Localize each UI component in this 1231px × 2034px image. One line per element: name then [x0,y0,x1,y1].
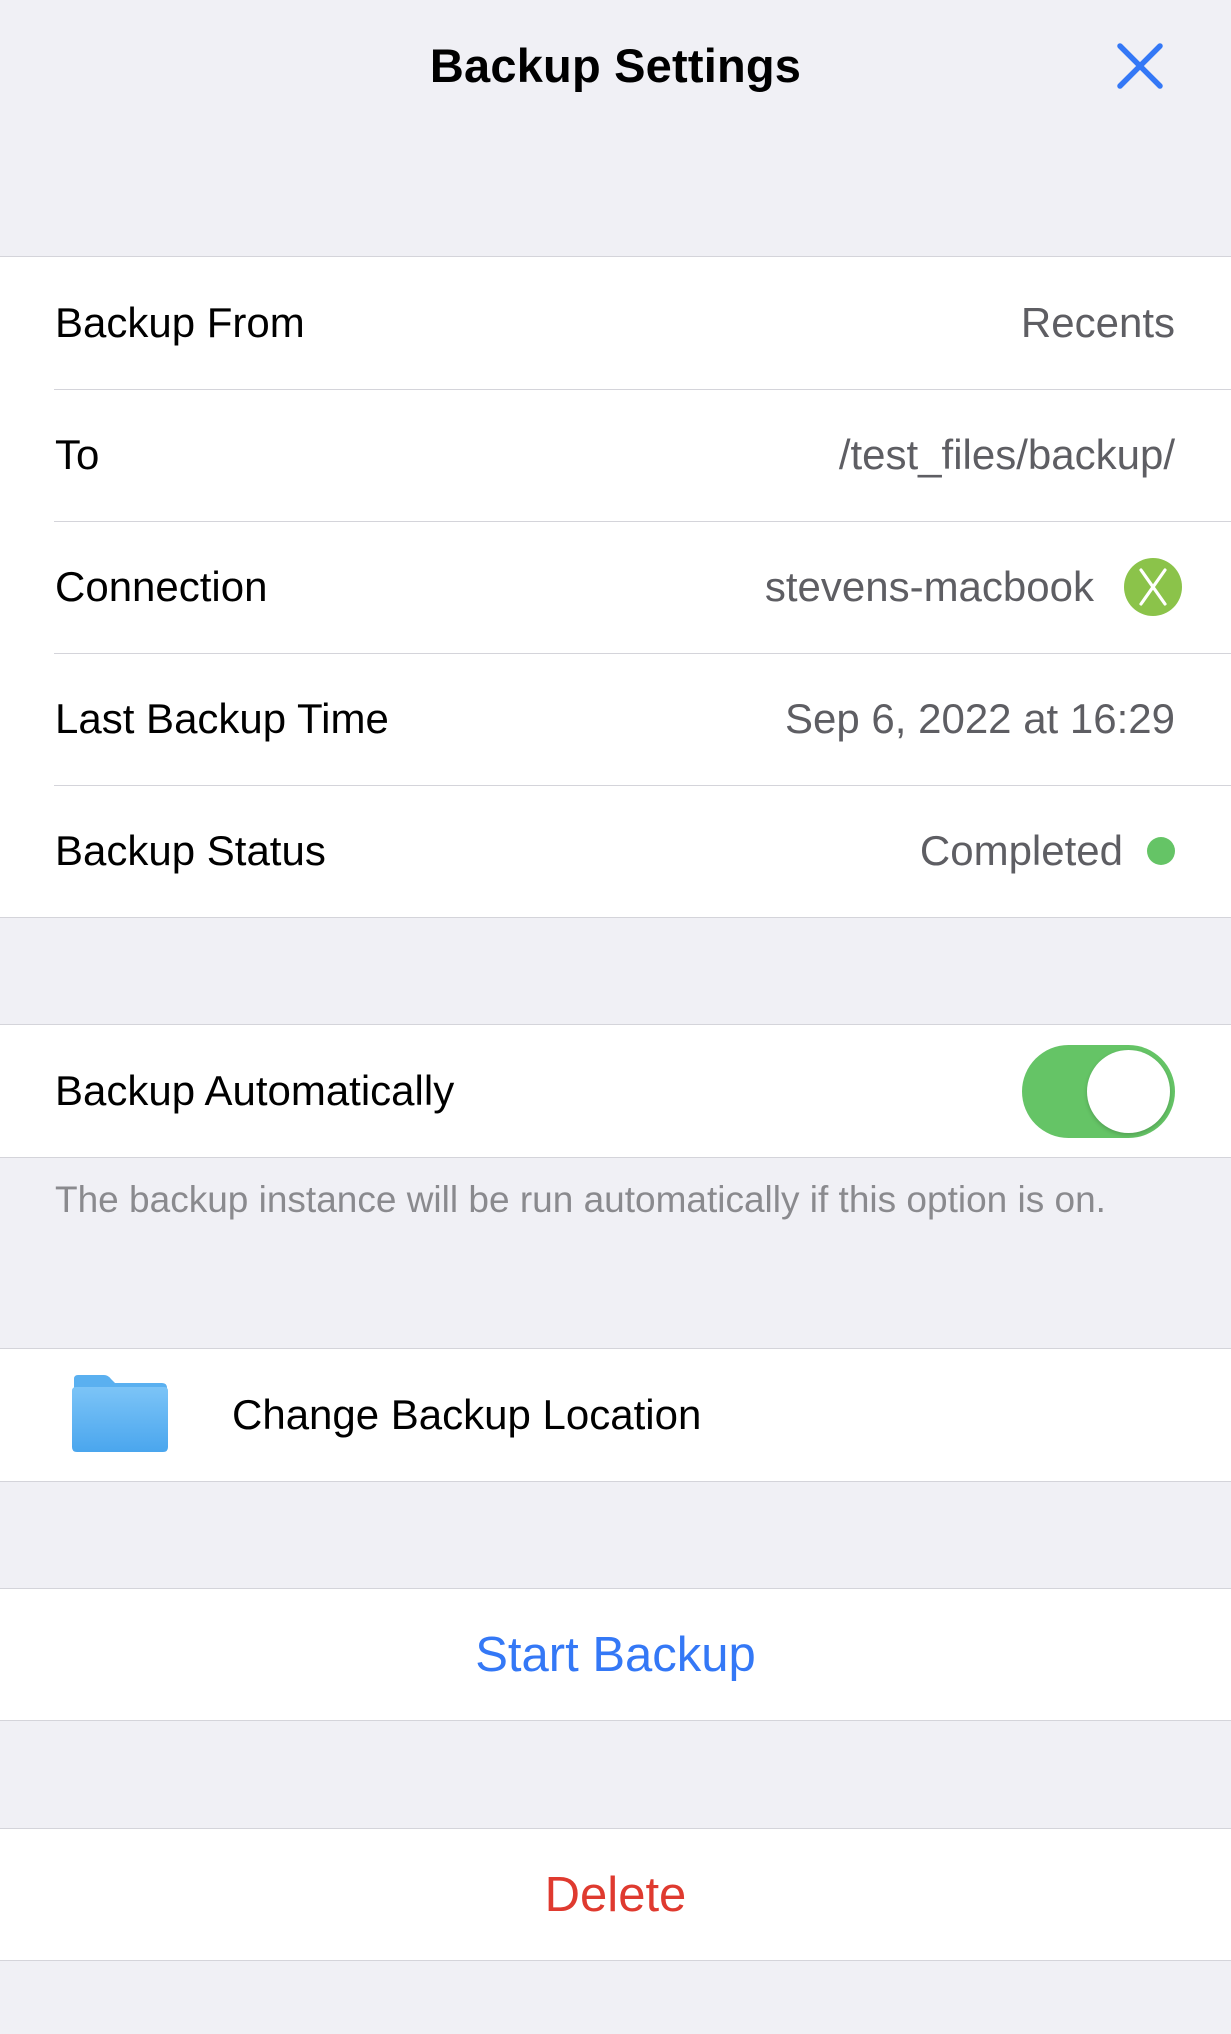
page-title: Backup Settings [429,39,802,92]
destination-label: To [55,431,100,478]
start-backup-button[interactable]: Start Backup [0,1589,1231,1720]
folder-icon [72,1375,168,1452]
last-backup-label: Last Backup Time [55,695,389,742]
auto-backup-label: Backup Automatically [55,1067,455,1114]
connection-value: stevens-macbook [764,558,1182,616]
status-indicator-dot [1147,837,1175,865]
backup-settings-screen: Backup Settings Backup From Recents To /… [0,0,1231,2034]
change-location-label: Change Backup Location [232,1391,702,1438]
backup-status-label: Backup Status [55,827,326,874]
backup-status-text: Completed [919,827,1123,874]
connection-label: Connection [55,563,268,610]
close-button[interactable] [1112,38,1168,94]
start-backup-group: Start Backup [0,1588,1231,1721]
backup-info-group: Backup From Recents To /test_files/backu… [0,256,1231,918]
navigation-header: Backup Settings [0,0,1231,135]
connection-row: Connection stevens-macbook [0,521,1231,653]
auto-backup-toggle[interactable] [1022,1044,1175,1138]
last-backup-time: Sep 6, 2022 at 16:29 [785,695,1175,742]
destination-row: To /test_files/backup/ [0,389,1231,521]
location-group: Change Backup Location [0,1348,1231,1482]
connection-os-icon [1124,558,1182,616]
last-backup-value: Sep 6, 2022 at 16:29 [785,695,1175,743]
x-logo-icon [1139,568,1167,606]
auto-backup-footnote: The backup instance will be run automati… [55,1179,1106,1220]
auto-backup-row: Backup Automatically [0,1025,1231,1157]
change-location-row[interactable]: Change Backup Location [0,1349,1231,1481]
backup-from-value: Recents [1021,299,1175,347]
backup-from-row: Backup From Recents [0,257,1231,389]
delete-group: Delete [0,1828,1231,1961]
destination-value: /test_files/backup/ [839,431,1175,479]
last-backup-row: Last Backup Time Sep 6, 2022 at 16:29 [0,653,1231,785]
connection-name: stevens-macbook [764,563,1094,610]
backup-from-label: Backup From [55,299,305,346]
toggle-knob [1087,1049,1170,1133]
close-icon [1117,43,1163,89]
backup-from-value-text: Recents [1020,299,1175,346]
destination-path: /test_files/backup/ [838,431,1175,478]
auto-backup-group: Backup Automatically [0,1024,1231,1158]
backup-status-value: Completed [920,827,1175,875]
backup-status-row: Backup Status Completed [0,785,1231,917]
delete-button[interactable]: Delete [0,1829,1231,1960]
